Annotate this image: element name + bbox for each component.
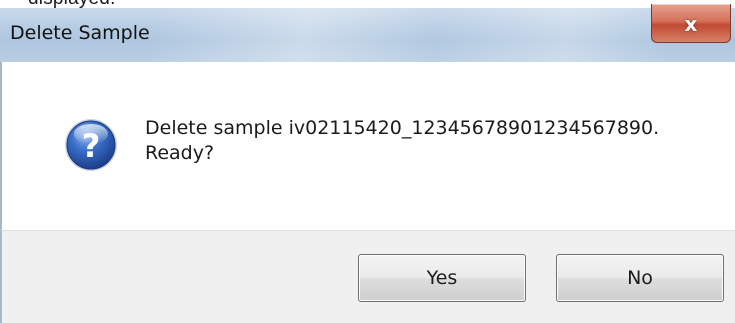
message-line-2: Ready? [145, 142, 215, 164]
svg-text:?: ? [82, 127, 101, 165]
question-icon: ? [65, 119, 117, 171]
close-icon: x [684, 12, 698, 36]
message-line-1: Delete sample iv02115420_123456789012345… [145, 117, 660, 139]
document-text-fragment: displayed. [28, 0, 116, 10]
dialog-button-bar: Yes No [0, 230, 735, 323]
dialog-titlebar[interactable]: Delete Sample x [0, 4, 735, 63]
no-button[interactable]: No [556, 254, 724, 302]
yes-button[interactable]: Yes [358, 254, 526, 302]
screenshot: Delete Sample x displayed. ? [0, 0, 735, 323]
dialog-title: Delete Sample [10, 22, 150, 44]
close-button[interactable]: x [651, 4, 731, 43]
dialog-message: Delete sample iv02115420_123456789012345… [145, 116, 659, 166]
titlebar-sheen [150, 8, 670, 62]
dialog-body: ? Delete sample iv02115420_1234567890123… [0, 62, 735, 230]
